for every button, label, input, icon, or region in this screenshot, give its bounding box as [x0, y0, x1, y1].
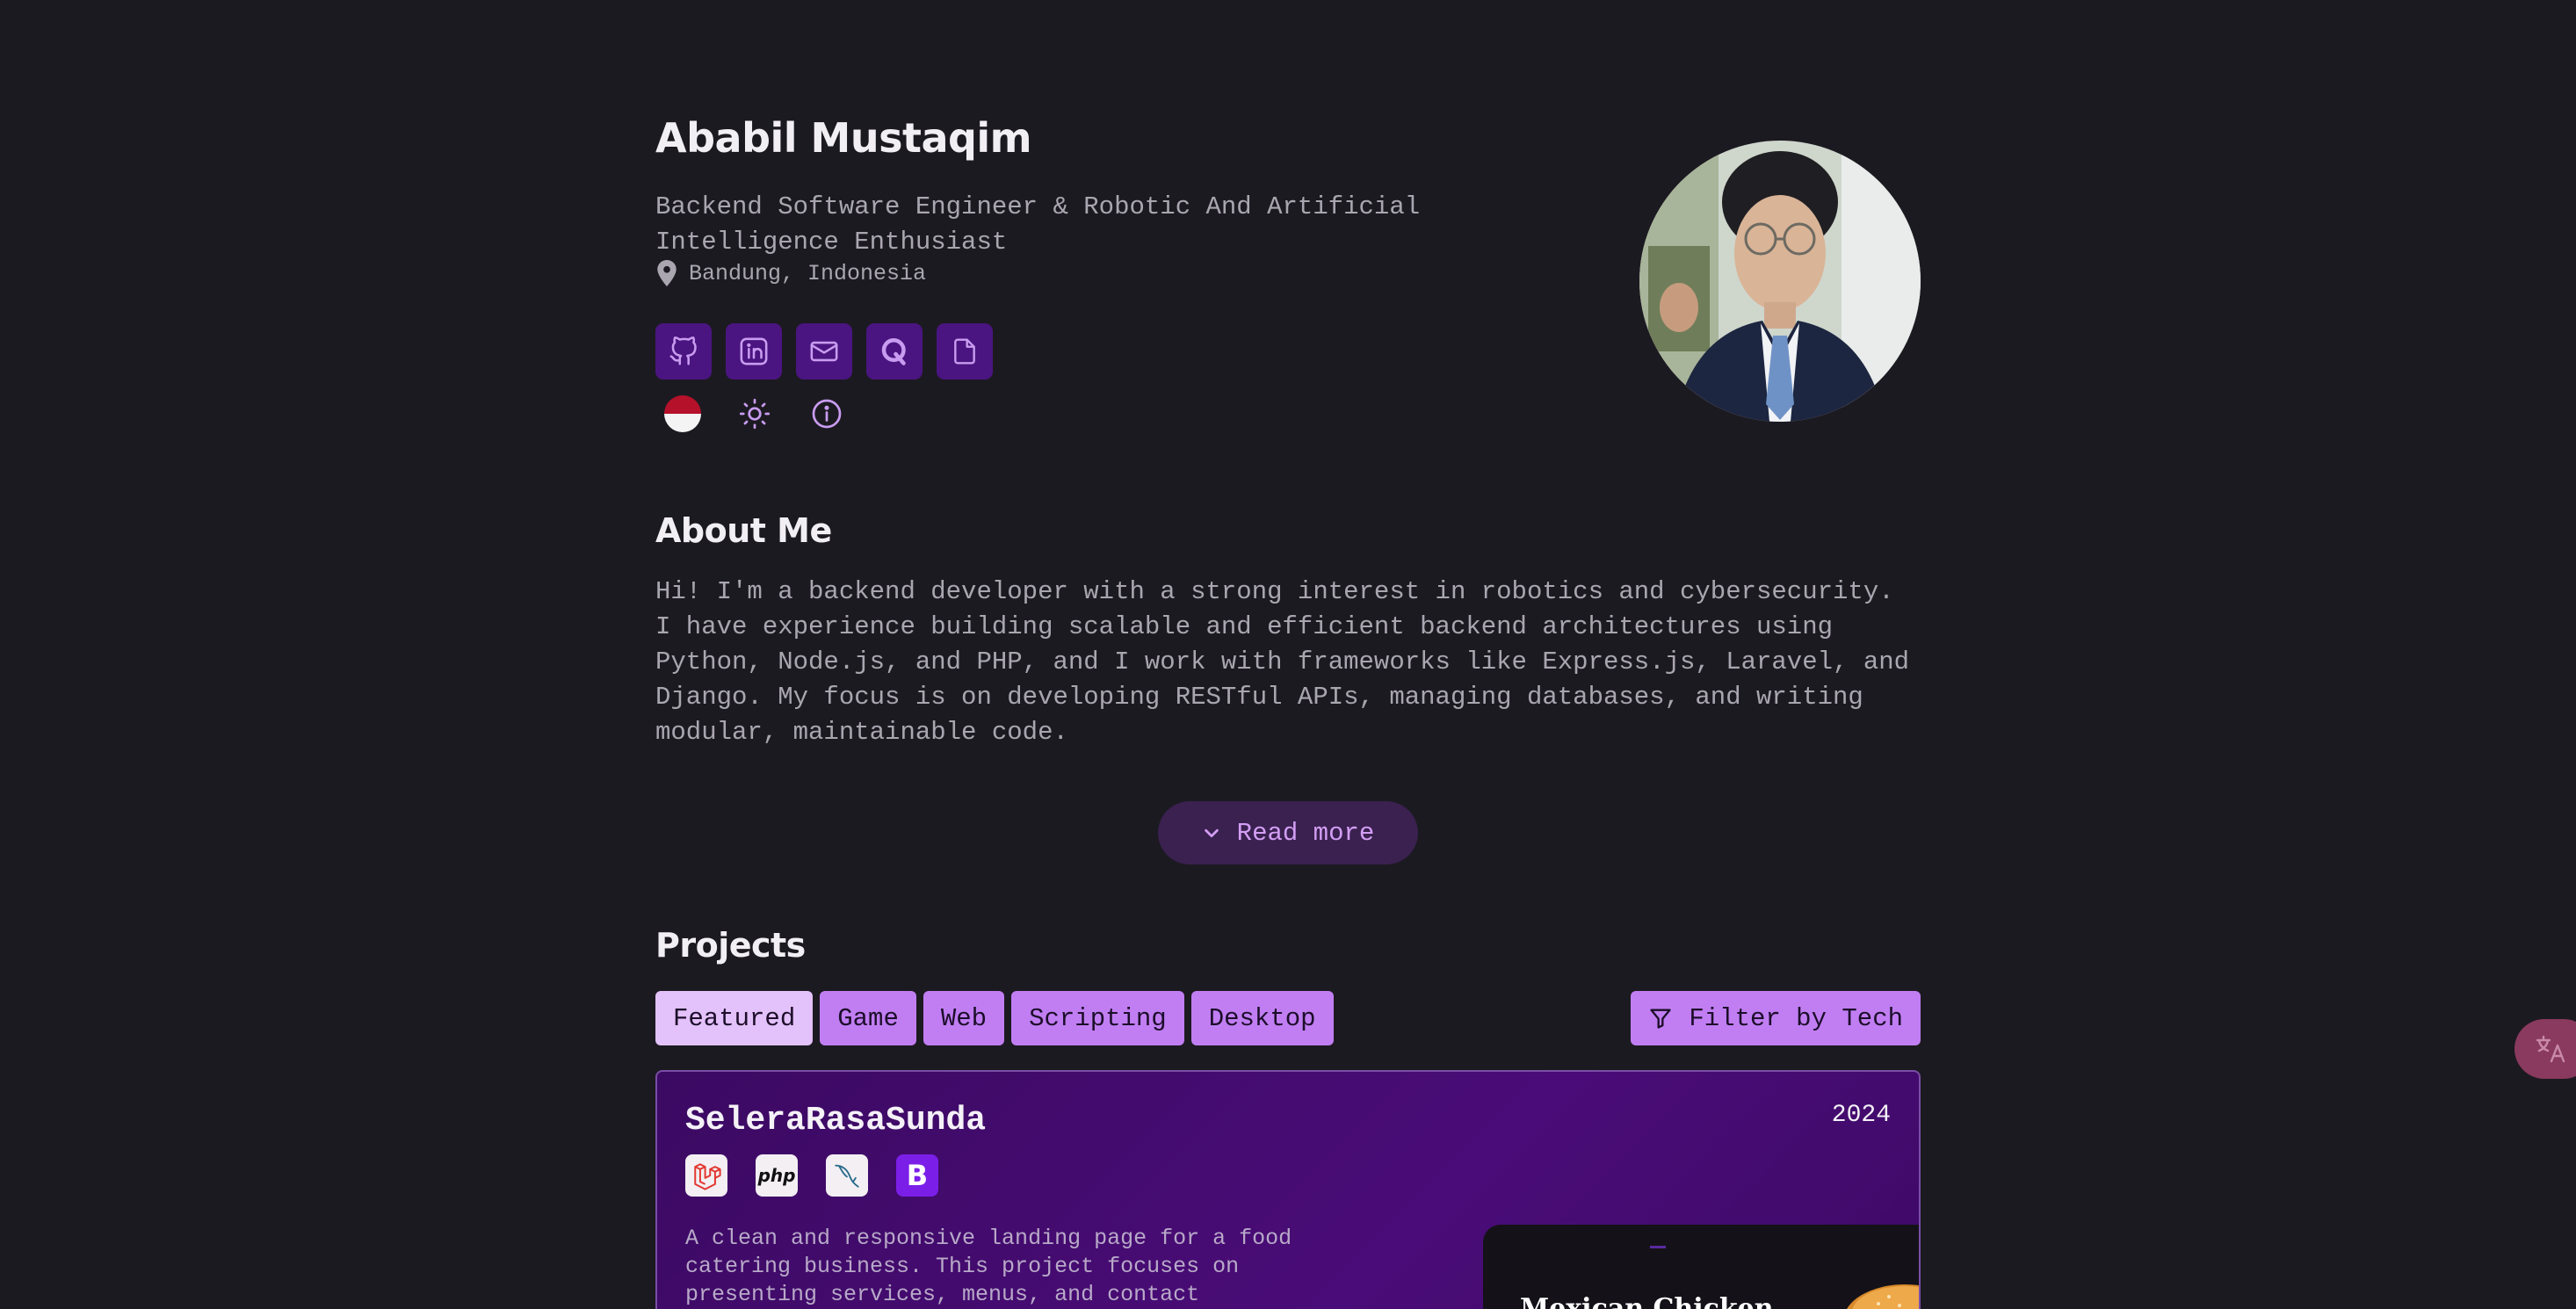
tab-game[interactable]: Game	[820, 991, 916, 1045]
project-description: A clean and responsive landing page for …	[685, 1226, 1292, 1307]
location-text: Bandung, Indonesia	[689, 260, 927, 286]
tab-web[interactable]: Web	[923, 991, 1005, 1045]
profile-name: Ababil Mustaqim	[655, 114, 1032, 162]
resume-link[interactable]	[937, 323, 993, 380]
burger-image	[1847, 1284, 1919, 1309]
filter-label: Filter by Tech	[1689, 1003, 1903, 1033]
php-text: php	[757, 1165, 796, 1186]
projects-title: Projects	[655, 926, 806, 965]
filter-by-tech-button[interactable]: Filter by Tech	[1631, 991, 1921, 1045]
bootstrap-letter: B	[906, 1159, 929, 1192]
avatar	[1639, 141, 1921, 422]
map-pin-icon	[657, 260, 677, 286]
mysql-icon	[826, 1154, 868, 1197]
mail-icon	[810, 341, 838, 362]
linkedin-icon	[740, 337, 768, 365]
read-more-label: Read more	[1236, 818, 1375, 848]
info-icon	[812, 399, 842, 429]
info-button[interactable]	[808, 395, 845, 432]
project-preview: Mexican Chicken	[1483, 1225, 1919, 1309]
tab-desktop[interactable]: Desktop	[1190, 991, 1334, 1045]
php-icon: php	[756, 1154, 798, 1197]
chevron-down-icon	[1204, 828, 1219, 838]
indonesia-flag-icon	[664, 395, 701, 432]
about-title: About Me	[655, 511, 832, 550]
q-link[interactable]	[866, 323, 923, 380]
filter-icon	[1650, 1009, 1672, 1029]
github-icon	[669, 336, 697, 365]
document-icon	[954, 338, 975, 365]
profile-tagline: Backend Software Engineer & Robotic And …	[655, 192, 1421, 257]
project-year: 2024	[1831, 1102, 1891, 1129]
tab-featured[interactable]: Featured	[655, 991, 814, 1045]
read-more-button[interactable]: Read more	[1158, 801, 1418, 864]
language-toggle[interactable]	[664, 395, 701, 432]
profile-photo	[1639, 141, 1921, 422]
location: Bandung, Indonesia	[655, 260, 926, 286]
preview-heading: Mexican Chicken	[1520, 1293, 1774, 1309]
theme-toggle[interactable]	[736, 395, 773, 432]
social-links	[655, 323, 993, 380]
project-card[interactable]: SeleraRasaSunda 2024 php B A clean and r…	[655, 1070, 1921, 1309]
translate-button[interactable]	[2514, 1019, 2576, 1079]
project-title: SeleraRasaSunda	[685, 1102, 987, 1139]
translate-icon	[2536, 1035, 2565, 1063]
about-text: Hi! I'm a backend developer with a stron…	[655, 577, 1910, 747]
tab-scripting[interactable]: Scripting	[1011, 991, 1184, 1045]
email-link[interactable]	[796, 323, 852, 380]
project-tabs: Featured Game Web Scripting Desktop	[655, 991, 1334, 1045]
preview-nav-dot	[1650, 1246, 1666, 1248]
portfolio-page: Ababil Mustaqim Backend Software Enginee…	[655, 0, 1921, 1309]
tech-stack: php B	[685, 1154, 938, 1197]
github-link[interactable]	[655, 323, 712, 380]
sun-icon	[739, 398, 771, 430]
preferences	[655, 395, 845, 432]
q-icon	[881, 338, 906, 365]
bootstrap-icon: B	[896, 1154, 938, 1197]
linkedin-link[interactable]	[726, 323, 782, 380]
laravel-icon	[685, 1154, 727, 1197]
